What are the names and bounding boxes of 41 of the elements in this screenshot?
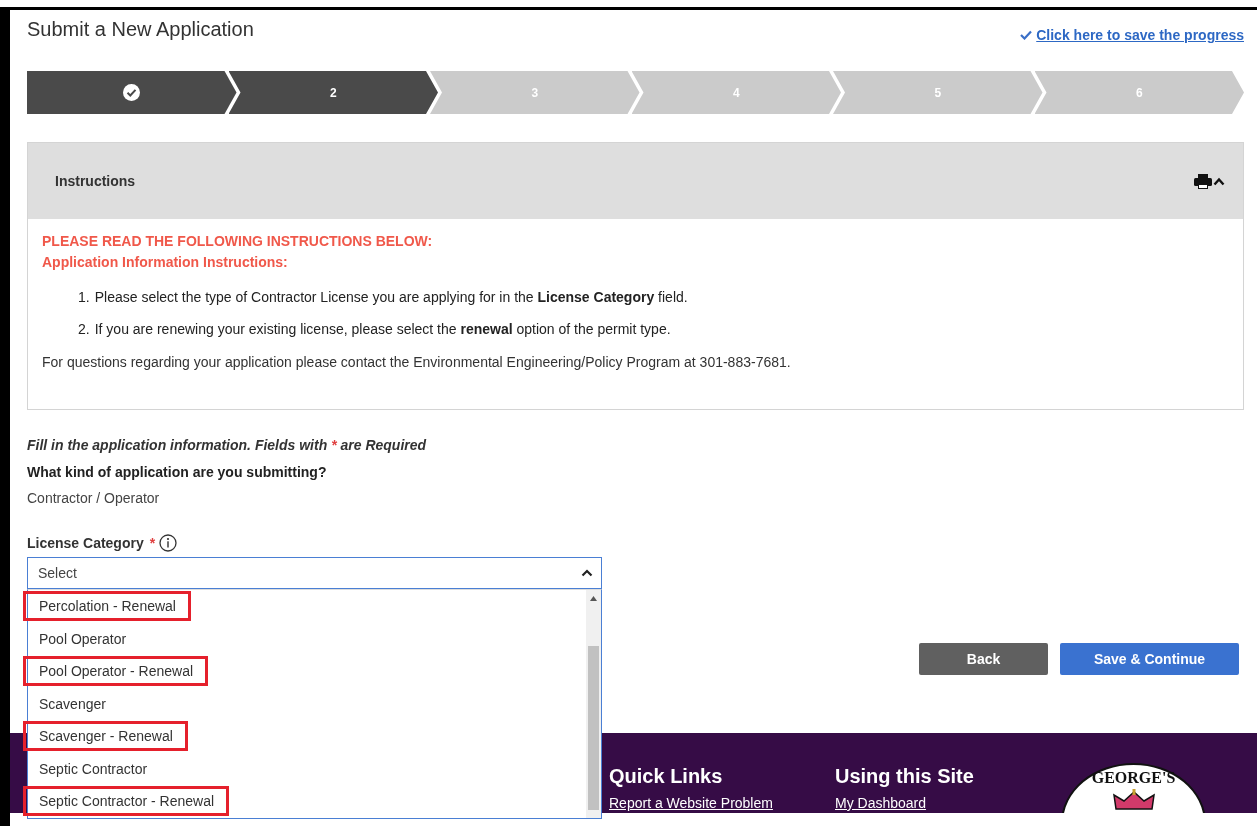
page-title: Submit a New Application xyxy=(27,18,254,41)
dropdown-option[interactable]: Pool Operator xyxy=(28,622,586,655)
dropdown-option[interactable]: Septic Contractor - Renewal xyxy=(28,785,586,818)
instructions-subheading: Application Information Instructions: xyxy=(42,253,289,272)
seal-logo: GEORGE'S xyxy=(1061,763,1206,813)
required-mark: * xyxy=(149,535,156,551)
info-icon[interactable] xyxy=(159,534,178,552)
caret-icon xyxy=(581,569,593,577)
footer-link[interactable]: My Dashboard xyxy=(835,795,927,811)
question-label: What kind of application are you submitting? xyxy=(27,463,328,481)
dropdown-option[interactable]: Percolation - Renewal xyxy=(28,590,586,623)
answer-text: Contractor / Operator xyxy=(27,489,161,507)
instructions-title: Instructions xyxy=(55,173,136,189)
scrollbar[interactable] xyxy=(586,590,601,818)
footer-link[interactable]: Report a Website Problem xyxy=(609,795,773,811)
check-circle-icon xyxy=(123,84,141,101)
instruction-text: Please select the type of Contractor License you are applying for in the License Category field. xyxy=(94,288,688,307)
license-category-select[interactable]: Select xyxy=(27,557,602,589)
instruction-text: If you are renewing your existing license, please select the renewal option of the permit type. xyxy=(94,320,671,339)
list-number: 2. xyxy=(78,320,90,339)
chevron-icon[interactable] xyxy=(1213,176,1225,186)
field-label: License Category xyxy=(27,535,144,551)
scroll-up-arrow-icon[interactable] xyxy=(590,596,597,601)
contact-text: For questions regarding your application please contact the Environmental Engineering/Policy Program at 301-883-7681. xyxy=(42,353,792,372)
instructions-heading: PLEASE READ THE FOLLOWING INSTRUCTIONS BELOW: xyxy=(42,232,434,251)
dropdown-option[interactable]: Pool Operator - Renewal xyxy=(28,655,586,688)
dropdown-option[interactable]: Septic Contractor xyxy=(28,752,586,785)
crown-icon xyxy=(1111,789,1156,811)
list-number: 1. xyxy=(78,288,90,307)
progress-step: 2 xyxy=(228,71,438,114)
required-note: Fill in the application information. Fields with * are Required xyxy=(27,436,428,454)
back-button[interactable]: Back xyxy=(919,643,1048,675)
print-icon[interactable] xyxy=(1194,173,1212,189)
instructions-header[interactable]: Instructions xyxy=(28,143,1243,219)
save-progress-link[interactable]: Click here to save the progress xyxy=(1020,27,1244,43)
check-icon xyxy=(1020,30,1033,40)
footer-heading: Using this Site xyxy=(835,765,975,787)
dropdown-option[interactable]: Scavenger - Renewal xyxy=(28,720,586,753)
save-continue-button[interactable]: Save & Continue xyxy=(1060,643,1239,675)
footer-heading: Quick Links xyxy=(609,765,724,787)
dropdown-option[interactable]: Scavenger xyxy=(28,687,586,720)
